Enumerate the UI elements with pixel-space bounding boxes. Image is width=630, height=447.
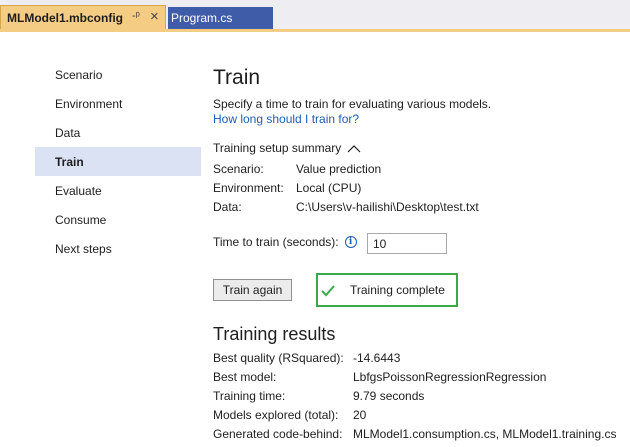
summary-heading: Training setup summary [213, 141, 342, 155]
train-again-button[interactable]: Train again [213, 279, 292, 301]
result-label-training-time: Training time: [213, 389, 286, 403]
summary-toggle[interactable]: Training setup summary [213, 141, 361, 155]
summary-value-data: C:\Users\v-hailishi\Desktop\test.txt [296, 200, 479, 214]
info-icon[interactable]: i [344, 236, 357, 248]
training-status-text: Training complete [350, 283, 445, 297]
result-value-generated-code: MLModel1.consumption.cs, MLModel1.traini… [353, 427, 617, 441]
page-description: Specify a time to train for evaluating v… [213, 97, 492, 111]
summary-value-scenario: Value prediction [296, 162, 382, 176]
result-value-training-time: 9.79 seconds [353, 389, 425, 403]
summary-label-scenario: Scenario: [213, 162, 264, 176]
time-to-train-input[interactable] [367, 233, 447, 254]
summary-label-environment: Environment: [213, 181, 284, 195]
chevron-up-icon [347, 143, 361, 153]
nav-item-scenario[interactable]: Scenario [35, 60, 201, 89]
result-label-best-quality: Best quality (RSquared): [213, 351, 344, 365]
result-value-best-quality: -14.6443 [353, 351, 401, 365]
nav-item-evaluate[interactable]: Evaluate [35, 176, 201, 205]
help-link[interactable]: How long should I train for? [213, 112, 359, 126]
train-page: Train Specify a time to train for evalua… [213, 0, 630, 447]
editor-window: MLModel1.mbconfig -ᵖ × Program.cs Scenar… [0, 0, 630, 447]
nav-item-data[interactable]: Data [35, 118, 201, 147]
page-title: Train [213, 66, 261, 89]
nav-item-train[interactable]: Train [35, 147, 201, 176]
checkmark-icon [321, 284, 335, 297]
result-value-best-model: LbfgsPoissonRegressionRegression [353, 370, 547, 384]
result-label-models-explored: Models explored (total): [213, 408, 339, 422]
step-navigation: Scenario Environment Data Train Evaluate… [35, 60, 201, 263]
tab-mlmodel1-mbconfig[interactable]: MLModel1.mbconfig -ᵖ × [0, 5, 166, 29]
result-label-best-model: Best model: [213, 370, 277, 384]
summary-label-data: Data: [213, 200, 242, 214]
result-value-models-explored: 20 [353, 408, 367, 422]
close-icon[interactable]: × [150, 8, 159, 25]
nav-item-consume[interactable]: Consume [35, 205, 201, 234]
pin-icon[interactable]: -ᵖ [132, 10, 140, 22]
tab-title: MLModel1.mbconfig [7, 10, 123, 25]
nav-item-environment[interactable]: Environment [35, 89, 201, 118]
training-status: Training complete [316, 273, 458, 307]
result-label-generated-code: Generated code-behind: [213, 427, 343, 441]
time-to-train-label: Time to train (seconds): [213, 235, 339, 249]
nav-item-next-steps[interactable]: Next steps [35, 234, 201, 263]
results-heading: Training results [213, 324, 336, 344]
time-to-train-label-row: Time to train (seconds): i [213, 235, 357, 249]
summary-value-environment: Local (CPU) [296, 181, 362, 195]
